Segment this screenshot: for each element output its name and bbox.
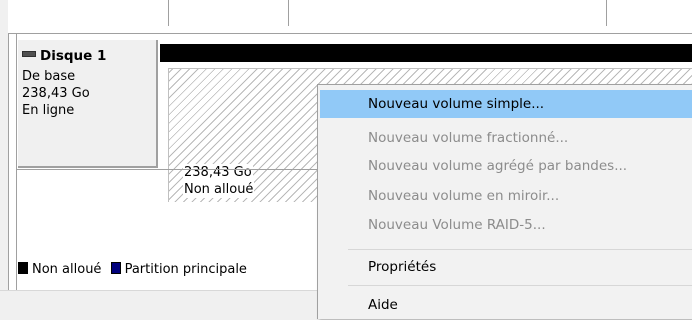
legend-unallocated-label: Non alloué bbox=[32, 262, 102, 277]
legend-primary-label: Partition principale bbox=[124, 262, 247, 277]
primary-partition-swatch-icon bbox=[110, 262, 121, 274]
menu-item-help[interactable]: Aide bbox=[320, 291, 692, 319]
disk-size: 238,43 Go bbox=[22, 86, 90, 101]
menu-item-properties[interactable]: Propriétés bbox=[320, 253, 692, 281]
previous-disk-row bbox=[8, 0, 692, 34]
menu-separator bbox=[348, 249, 692, 250]
volume-size: 238,43 Go bbox=[183, 164, 253, 181]
context-menu: Nouveau volume simple... Nouveau volume … bbox=[317, 84, 692, 319]
disk-type: De base bbox=[22, 69, 76, 84]
unallocated-color-bar bbox=[160, 44, 692, 62]
disk-name: Disque 1 bbox=[40, 48, 107, 64]
unallocated-swatch-icon bbox=[18, 262, 28, 274]
disk-status: En ligne bbox=[22, 103, 75, 118]
menu-item-new-striped-volume[interactable]: Nouveau volume agrégé par bandes... bbox=[320, 152, 692, 180]
disk-info-panel[interactable]: Disque 1 De base 238,43 Go En ligne bbox=[18, 40, 158, 168]
menu-item-new-mirrored-volume[interactable]: Nouveau volume en miroir... bbox=[320, 182, 692, 210]
volume-status: Non alloué bbox=[183, 181, 255, 198]
menu-item-new-simple-volume[interactable]: Nouveau volume simple... bbox=[320, 90, 692, 118]
row-separator bbox=[606, 0, 607, 26]
disk-title: Disque 1 bbox=[22, 48, 106, 64]
menu-item-new-spanned-volume[interactable]: Nouveau volume fractionné... bbox=[320, 124, 692, 152]
row-separator bbox=[288, 0, 289, 26]
menu-item-new-raid5-volume[interactable]: Nouveau Volume RAID-5... bbox=[320, 211, 692, 239]
disk-drive-icon bbox=[22, 51, 36, 57]
row-border bbox=[16, 33, 17, 290]
menu-separator bbox=[348, 285, 692, 286]
legend: Non alloué Partition principale bbox=[18, 262, 318, 290]
row-separator bbox=[168, 0, 169, 26]
